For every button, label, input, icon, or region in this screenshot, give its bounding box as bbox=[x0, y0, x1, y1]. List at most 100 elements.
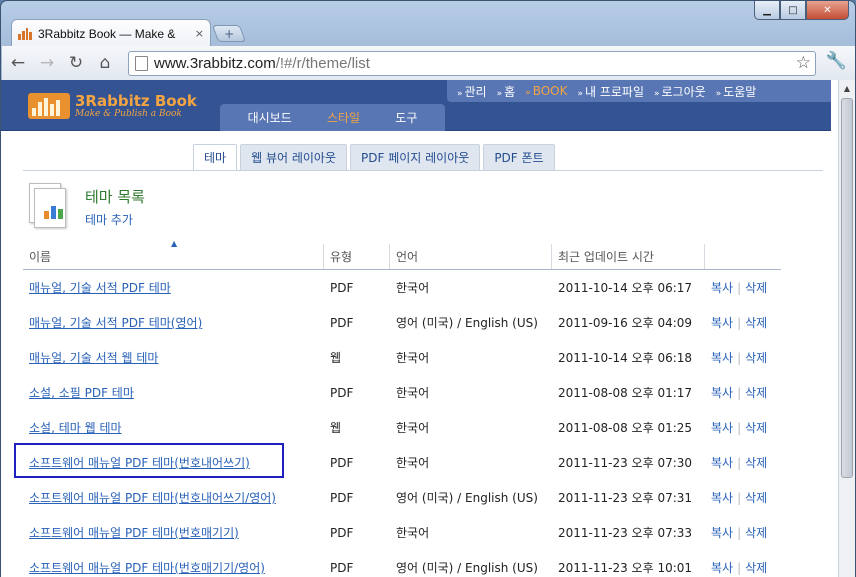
theme-name-link[interactable]: 매뉴얼, 기술 서적 PDF 테마(영어) bbox=[29, 316, 202, 330]
arrow-left-icon: ← bbox=[10, 53, 26, 73]
theme-type-cell: PDF bbox=[330, 490, 354, 505]
topnav-admin[interactable]: » 관리 bbox=[457, 83, 487, 100]
theme-name-link[interactable]: 소프트웨어 매뉴얼 PDF 테마(번호매기기/영어) bbox=[29, 561, 265, 575]
copy-link[interactable]: 복사 bbox=[711, 561, 733, 575]
main-nav: 대시보드 스타일 도구 bbox=[220, 104, 445, 131]
copy-link[interactable]: 복사 bbox=[711, 526, 733, 540]
scroll-up-icon[interactable]: ▲ bbox=[839, 80, 855, 96]
copy-link[interactable]: 복사 bbox=[711, 456, 733, 470]
subtab-web-viewer-layout[interactable]: 웹 뷰어 레이아웃 bbox=[240, 144, 348, 170]
theme-actions-cell: 복사 | 삭제 bbox=[705, 384, 781, 401]
table-row: 소프트웨어 매뉴얼 PDF 테마(번호매기기) PDF 한국어 2011-11-23 … bbox=[23, 515, 781, 550]
theme-name-link[interactable]: 소프트웨어 매뉴얼 PDF 테마(번호매기기) bbox=[29, 526, 239, 540]
delete-link[interactable]: 삭제 bbox=[745, 526, 767, 540]
site-logo[interactable]: 3Rabbitz Book Make & Publish a Book bbox=[28, 93, 197, 119]
theme-type-cell: PDF bbox=[330, 385, 354, 400]
theme-name-cell: 소프트웨어 매뉴얼 PDF 테마(번호매기기) bbox=[23, 524, 324, 541]
tab-style[interactable]: 스타일 bbox=[327, 109, 360, 126]
star-icon[interactable]: ☆ bbox=[796, 53, 811, 73]
topnav-home[interactable]: » 홈 bbox=[497, 83, 516, 100]
column-header-updated[interactable]: 최근 업데이트 시간 bbox=[552, 244, 705, 269]
theme-name-link[interactable]: 소설, 테마 웹 테마 bbox=[29, 421, 122, 435]
action-separator: | bbox=[737, 351, 742, 365]
tab-dashboard[interactable]: 대시보드 bbox=[248, 109, 292, 126]
add-theme-link[interactable]: 테마 추가 bbox=[85, 211, 133, 228]
chevron-right-icon: » bbox=[457, 88, 463, 99]
delete-link[interactable]: 삭제 bbox=[745, 421, 767, 435]
home-button[interactable]: ⌂ bbox=[92, 50, 118, 76]
copy-link[interactable]: 복사 bbox=[711, 316, 733, 330]
scrollbar-thumb[interactable] bbox=[841, 98, 853, 478]
close-window-button[interactable]: ✕ bbox=[806, 1, 849, 20]
theme-name-link[interactable]: 매뉴얼, 기술 서적 PDF 테마 bbox=[29, 281, 171, 295]
theme-name-cell: 소프트웨어 매뉴얼 PDF 테마(번호내어쓰기/영어) bbox=[23, 489, 324, 506]
copy-link[interactable]: 복사 bbox=[711, 386, 733, 400]
maximize-button[interactable]: □ bbox=[780, 1, 806, 20]
topnav-help[interactable]: » 도움말 bbox=[716, 83, 757, 100]
copy-link[interactable]: 복사 bbox=[711, 281, 733, 295]
delete-link[interactable]: 삭제 bbox=[745, 316, 767, 330]
theme-actions-cell: 복사 | 삭제 bbox=[705, 419, 781, 436]
browser-tab[interactable]: 3Rabbitz Book — Make & × bbox=[11, 19, 211, 47]
theme-actions-cell: 복사 | 삭제 bbox=[705, 559, 781, 576]
tab-close-icon[interactable]: × bbox=[195, 27, 204, 40]
arrow-right-icon: → bbox=[39, 53, 55, 73]
delete-link[interactable]: 삭제 bbox=[745, 491, 767, 505]
theme-name-cell: 매뉴얼, 기술 서적 웹 테마 bbox=[23, 349, 324, 366]
minimize-button[interactable]: ▁ bbox=[754, 1, 780, 20]
delete-link[interactable]: 삭제 bbox=[745, 561, 767, 575]
vertical-scrollbar[interactable]: ▲ bbox=[838, 80, 855, 577]
table-header: 이름 유형 언어 최근 업데이트 시간 bbox=[23, 244, 781, 270]
theme-type-cell: PDF bbox=[330, 525, 354, 540]
theme-actions-cell: 복사 | 삭제 bbox=[705, 489, 781, 506]
forward-button[interactable]: → bbox=[34, 50, 60, 76]
home-icon: ⌂ bbox=[99, 53, 111, 73]
tab-tools[interactable]: 도구 bbox=[395, 109, 417, 126]
theme-name-link[interactable]: 소설, 소필 PDF 테마 bbox=[29, 386, 134, 400]
table-row: 소프트웨어 매뉴얼 PDF 테마(번호내어쓰기/영어) PDF 영어 (미국) / … bbox=[23, 480, 781, 515]
theme-language-cell: 영어 (미국) / English (US) bbox=[396, 491, 538, 505]
new-tab-button[interactable]: + bbox=[211, 25, 247, 42]
table-body: 매뉴얼, 기술 서적 PDF 테마 PDF 한국어 2011-10-14 오후 06:… bbox=[23, 270, 781, 577]
theme-updated-cell: 2011-10-14 오후 06:18 bbox=[558, 351, 693, 365]
chevron-right-icon: » bbox=[577, 88, 583, 99]
column-header-type[interactable]: 유형 bbox=[324, 244, 390, 269]
theme-type-cell: 웹 bbox=[330, 421, 342, 435]
page-viewport: 3Rabbitz Book Make & Publish a Book » 관리 … bbox=[1, 80, 838, 577]
theme-updated-cell: 2011-08-08 오후 01:25 bbox=[558, 421, 693, 435]
theme-list-icon bbox=[29, 183, 71, 233]
topnav-logout[interactable]: » 로그아웃 bbox=[654, 83, 706, 100]
delete-link[interactable]: 삭제 bbox=[745, 351, 767, 365]
chevron-right-icon: » bbox=[654, 88, 660, 99]
theme-name-link[interactable]: 매뉴얼, 기술 서적 웹 테마 bbox=[29, 351, 158, 365]
delete-link[interactable]: 삭제 bbox=[745, 386, 767, 400]
reload-button[interactable]: ↻ bbox=[63, 50, 89, 76]
subtab-theme[interactable]: 테마 bbox=[193, 144, 238, 170]
copy-link[interactable]: 복사 bbox=[711, 421, 733, 435]
action-separator: | bbox=[737, 526, 742, 540]
copy-link[interactable]: 복사 bbox=[711, 491, 733, 505]
copy-link[interactable]: 복사 bbox=[711, 351, 733, 365]
theme-updated-cell: 2011-11-23 오후 10:01 bbox=[558, 561, 693, 575]
action-separator: | bbox=[737, 561, 742, 575]
site-header: 3Rabbitz Book Make & Publish a Book » 관리 … bbox=[1, 80, 831, 131]
theme-name-link[interactable]: 소프트웨어 매뉴얼 PDF 테마(번호내어쓰기/영어) bbox=[29, 491, 276, 505]
subtab-pdf-page-layout[interactable]: PDF 페이지 레이아웃 bbox=[350, 144, 481, 170]
column-header-language[interactable]: 언어 bbox=[390, 244, 552, 269]
action-separator: | bbox=[737, 491, 742, 505]
delete-link[interactable]: 삭제 bbox=[745, 456, 767, 470]
back-button[interactable]: ← bbox=[5, 50, 31, 76]
theme-actions-cell: 복사 | 삭제 bbox=[705, 279, 781, 296]
wrench-icon[interactable]: 🔧 bbox=[826, 51, 847, 71]
column-header-actions bbox=[705, 244, 781, 269]
theme-updated-cell: 2011-08-08 오후 01:17 bbox=[558, 386, 693, 400]
subtab-pdf-font[interactable]: PDF 폰트 bbox=[483, 144, 555, 170]
table-row: 매뉴얼, 기술 서적 웹 테마 웹 한국어 2011-10-14 오후 06:18 복사… bbox=[23, 340, 781, 375]
address-bar[interactable]: www.3rabbitz.com/!#/r/theme/list ☆ bbox=[128, 51, 816, 76]
topnav-profile[interactable]: » 내 프로파일 bbox=[577, 83, 644, 100]
topnav-book[interactable]: » BOOK bbox=[525, 84, 567, 98]
delete-link[interactable]: 삭제 bbox=[745, 281, 767, 295]
theme-actions-cell: 복사 | 삭제 bbox=[705, 314, 781, 331]
tab-title: 3Rabbitz Book — Make & bbox=[38, 26, 176, 41]
theme-language-cell: 영어 (미국) / English (US) bbox=[396, 316, 538, 330]
